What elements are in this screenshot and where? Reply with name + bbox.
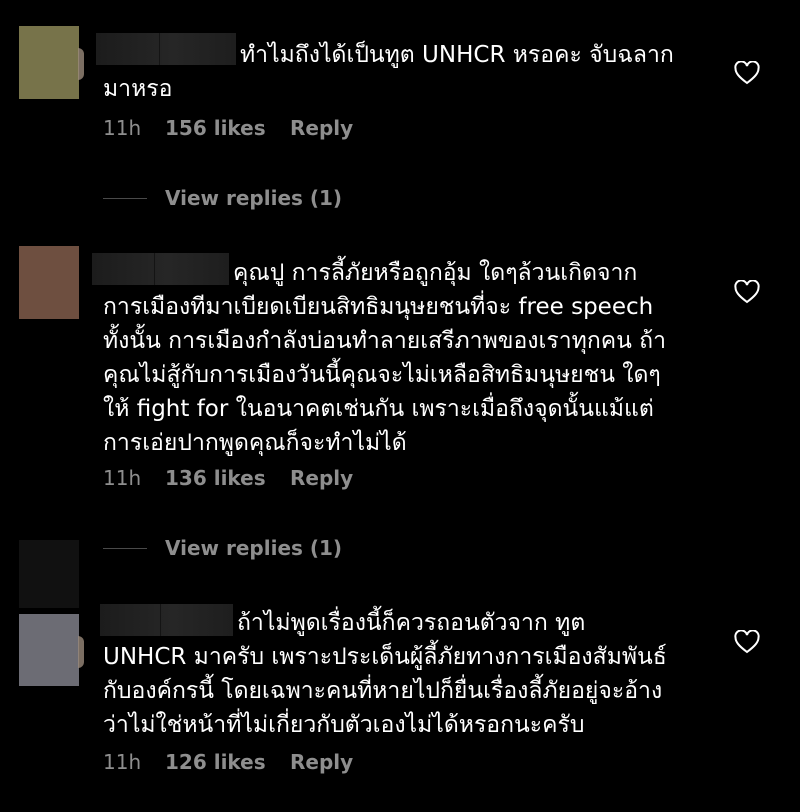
comment-text: คุณปู การลี้ภัยหรือถูกอุ้ม ใดๆล้วนเกิดจา… bbox=[103, 260, 667, 456]
like-count[interactable]: 156 likes bbox=[165, 116, 290, 140]
heart-outline-icon[interactable] bbox=[734, 279, 760, 304]
avatar-cropped bbox=[19, 540, 79, 608]
avatar[interactable] bbox=[19, 26, 84, 99]
like-count[interactable]: 126 likes bbox=[165, 750, 290, 774]
view-replies-button[interactable]: View replies (1) bbox=[103, 536, 342, 560]
reply-button[interactable]: Reply bbox=[290, 466, 353, 490]
comment-time: 11h bbox=[103, 116, 142, 140]
view-replies-label: View replies (1) bbox=[165, 186, 343, 210]
heart-outline-icon[interactable] bbox=[734, 60, 760, 85]
comments-screen: ทำไมถึงได้เป็นทูต UNHCR หรอคะ จับฉลาก มา… bbox=[0, 0, 800, 812]
comment-meta: 11h 126 likes Reply bbox=[103, 750, 353, 774]
divider-line bbox=[103, 547, 147, 549]
reply-button[interactable]: Reply bbox=[290, 750, 353, 774]
divider-line bbox=[103, 197, 147, 199]
comment-text: ทำไมถึงได้เป็นทูต UNHCR หรอคะ จับฉลาก มา… bbox=[103, 42, 674, 102]
comment-time: 11h bbox=[103, 750, 142, 774]
comment-time: 11h bbox=[103, 466, 142, 490]
avatar[interactable] bbox=[19, 246, 79, 319]
comment-meta: 11h 136 likes Reply bbox=[103, 466, 353, 490]
heart-outline-icon[interactable] bbox=[734, 629, 760, 654]
view-replies-button[interactable]: View replies (1) bbox=[103, 186, 342, 210]
comment-meta: 11h 156 likes Reply bbox=[103, 116, 353, 140]
view-replies-label: View replies (1) bbox=[165, 536, 343, 560]
reply-button[interactable]: Reply bbox=[290, 116, 353, 140]
comment-text: ถ้าไม่พูดเรื่องนี้ก็ควรถอนตัวจาก ทูต UNH… bbox=[103, 610, 667, 738]
like-count[interactable]: 136 likes bbox=[165, 466, 290, 490]
avatar[interactable] bbox=[19, 614, 84, 686]
